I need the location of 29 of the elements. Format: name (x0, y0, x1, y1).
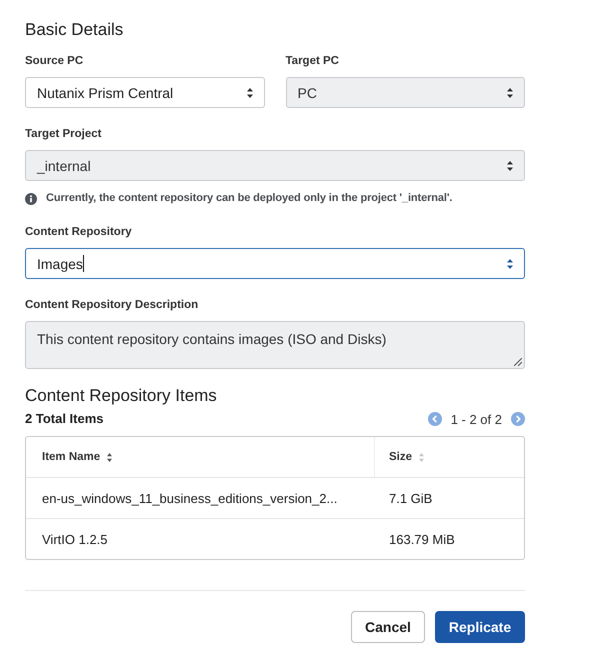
field-label: Content Repository (25, 225, 133, 240)
section-heading: Content Repository Items (25, 385, 218, 407)
field-label: Content Repository Description (25, 298, 200, 313)
page-range: 1 - 2 of 2 (450, 412, 502, 426)
select-field[interactable]: Images (25, 248, 525, 279)
table-cell-text: en-us_windows_11_business_editions_version_2... (41, 490, 338, 508)
dropdown-caret-icon (507, 88, 513, 98)
table-cell-text: 7.1 GiB (388, 490, 434, 508)
dropdown-caret-icon (246, 88, 252, 98)
table-cell-text: VirtIO 1.2.5 (41, 530, 109, 548)
field-label: Target PC (286, 54, 340, 69)
left-chevron-icon[interactable] (428, 412, 442, 426)
section-heading: Basic Details (25, 19, 124, 41)
resize-handle-icon (514, 358, 522, 366)
info-note: Currently, the content repository can be deployed only in the project '_internal'. (46, 191, 452, 206)
select-field[interactable]: Nutanix Prism Central (25, 77, 264, 108)
replicate-button[interactable]: Replicate (435, 611, 525, 643)
column-header[interactable]: Size (375, 437, 524, 477)
dropdown-caret-icon (507, 259, 513, 269)
table-cell-text: 163.79 MiB (388, 530, 456, 548)
right-chevron-icon[interactable] (511, 412, 525, 426)
cancel-button[interactable]: Cancel (351, 611, 425, 643)
dropdown-caret-icon (507, 161, 513, 171)
column-header[interactable]: Item Name (26, 437, 375, 477)
field-label: Target Project (25, 127, 102, 142)
text-cursor-icon (82, 255, 84, 272)
info-icon (25, 192, 37, 204)
field-label: Source PC (25, 54, 84, 69)
total-count: 2 Total Items (25, 410, 104, 428)
